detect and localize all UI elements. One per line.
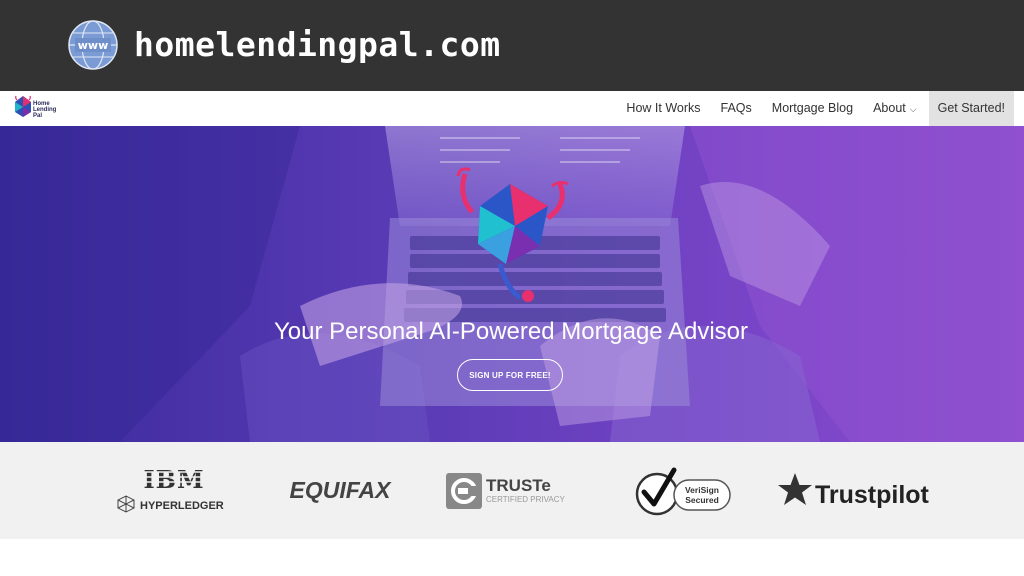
hero-title: Your Personal AI-Powered Mortgage Adviso…	[273, 318, 749, 345]
main-nav: How It Works FAQs Mortgage Blog About ⌵ G…	[616, 91, 1014, 126]
truste-logo-text: TRUSTe	[486, 476, 551, 495]
nav-about[interactable]: About ⌵	[863, 91, 927, 126]
globe-icon: www	[68, 20, 118, 70]
verisign-line2-text: Secured	[685, 495, 719, 505]
equifax-logo: EQUIFAX	[290, 477, 393, 503]
nav-about-label: About	[873, 101, 906, 115]
hero-background-image	[0, 126, 1024, 442]
nav-mortgage-blog[interactable]: Mortgage Blog	[762, 91, 863, 126]
site-header: Home Lending Pal How It Works FAQs Mortg…	[0, 91, 1024, 126]
ibm-hyperledger-logo: IBM HYPERLEDGER	[117, 465, 224, 513]
url-banner: www homelendingpal.com	[0, 0, 1024, 91]
chevron-down-icon: ⌵	[909, 104, 917, 114]
nav-how-it-works[interactable]: How It Works	[616, 91, 710, 126]
trustpilot-logo: Trustpilot	[778, 473, 930, 509]
sign-up-button[interactable]: SIGN UP FOR FREE!	[457, 359, 563, 391]
get-started-button[interactable]: Get Started!	[928, 91, 1014, 126]
truste-logo: TRUSTe CERTIFIED PRIVACY	[446, 473, 565, 509]
truste-certified-text: CERTIFIED PRIVACY	[486, 495, 565, 504]
trustpilot-logo-text: Trustpilot	[815, 481, 930, 509]
hero-section: Your Personal AI-Powered Mortgage Adviso…	[0, 126, 1024, 442]
verisign-line1-text: VeriSign	[685, 485, 719, 495]
page-url: homelendingpal.com	[134, 25, 501, 64]
ibm-logo-text: IBM	[143, 465, 204, 494]
globe-label: www	[78, 39, 109, 52]
logo-text-line3: Pal	[33, 113, 43, 119]
nav-faqs[interactable]: FAQs	[711, 91, 762, 126]
page-bottom	[0, 539, 1024, 576]
logo-mark-icon	[15, 95, 31, 117]
star-icon	[778, 473, 812, 505]
verisign-logo: VeriSign Secured	[635, 467, 731, 516]
equifax-logo-text: EQUIFAX	[290, 477, 393, 503]
partner-logos: IBM HYPERLEDGER EQUIFAX TRUSTe CERTIFIED…	[0, 442, 1024, 539]
home-lending-pal-logo[interactable]: Home Lending Pal	[14, 95, 64, 123]
hyperledger-logo-text: HYPERLEDGER	[140, 500, 224, 512]
logo-text: Home Lending Pal	[33, 101, 56, 119]
